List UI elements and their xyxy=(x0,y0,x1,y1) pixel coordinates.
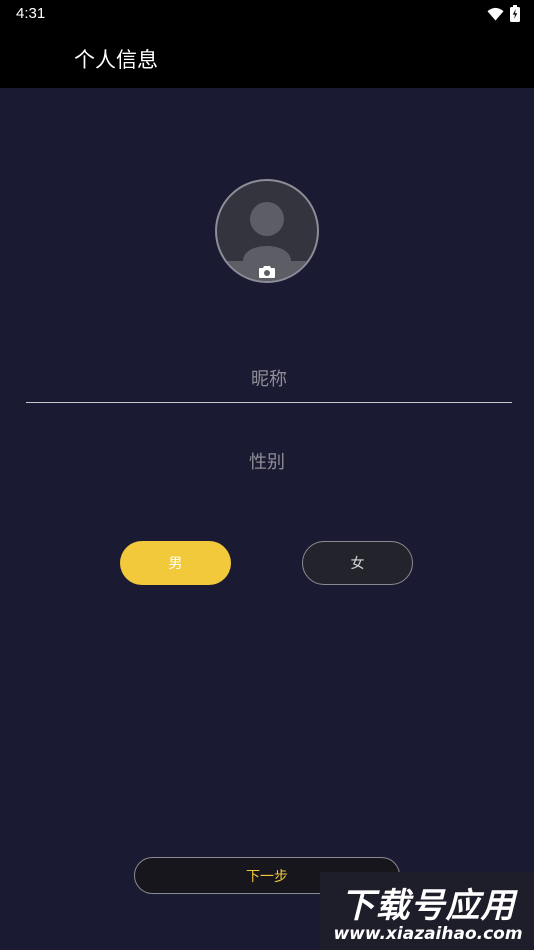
watermark-url: www.xiazaihao.com xyxy=(333,924,523,944)
camera-icon xyxy=(259,265,275,278)
gender-female-label: 女 xyxy=(350,556,365,572)
wifi-icon xyxy=(487,6,504,25)
avatar-upload-button[interactable] xyxy=(215,179,319,283)
app-bar: 个人信息 xyxy=(0,28,534,88)
gender-male-button[interactable]: 男 xyxy=(120,541,231,585)
battery-charging-icon xyxy=(510,5,520,26)
watermark: 下载号应用 www.xiazaihao.com xyxy=(320,872,534,950)
next-step-label: 下一步 xyxy=(246,868,288,885)
nickname-input[interactable] xyxy=(26,356,512,403)
status-bar: 4:31 xyxy=(0,0,534,28)
gender-label: 性别 xyxy=(249,452,285,473)
status-time: 4:31 xyxy=(16,5,46,22)
avatar-camera-band xyxy=(217,261,317,281)
status-icons xyxy=(487,5,520,26)
gender-male-label: 男 xyxy=(168,556,183,572)
watermark-title: 下载号应用 xyxy=(340,886,516,926)
gender-female-button[interactable]: 女 xyxy=(302,541,413,585)
page-title: 个人信息 xyxy=(74,48,158,72)
